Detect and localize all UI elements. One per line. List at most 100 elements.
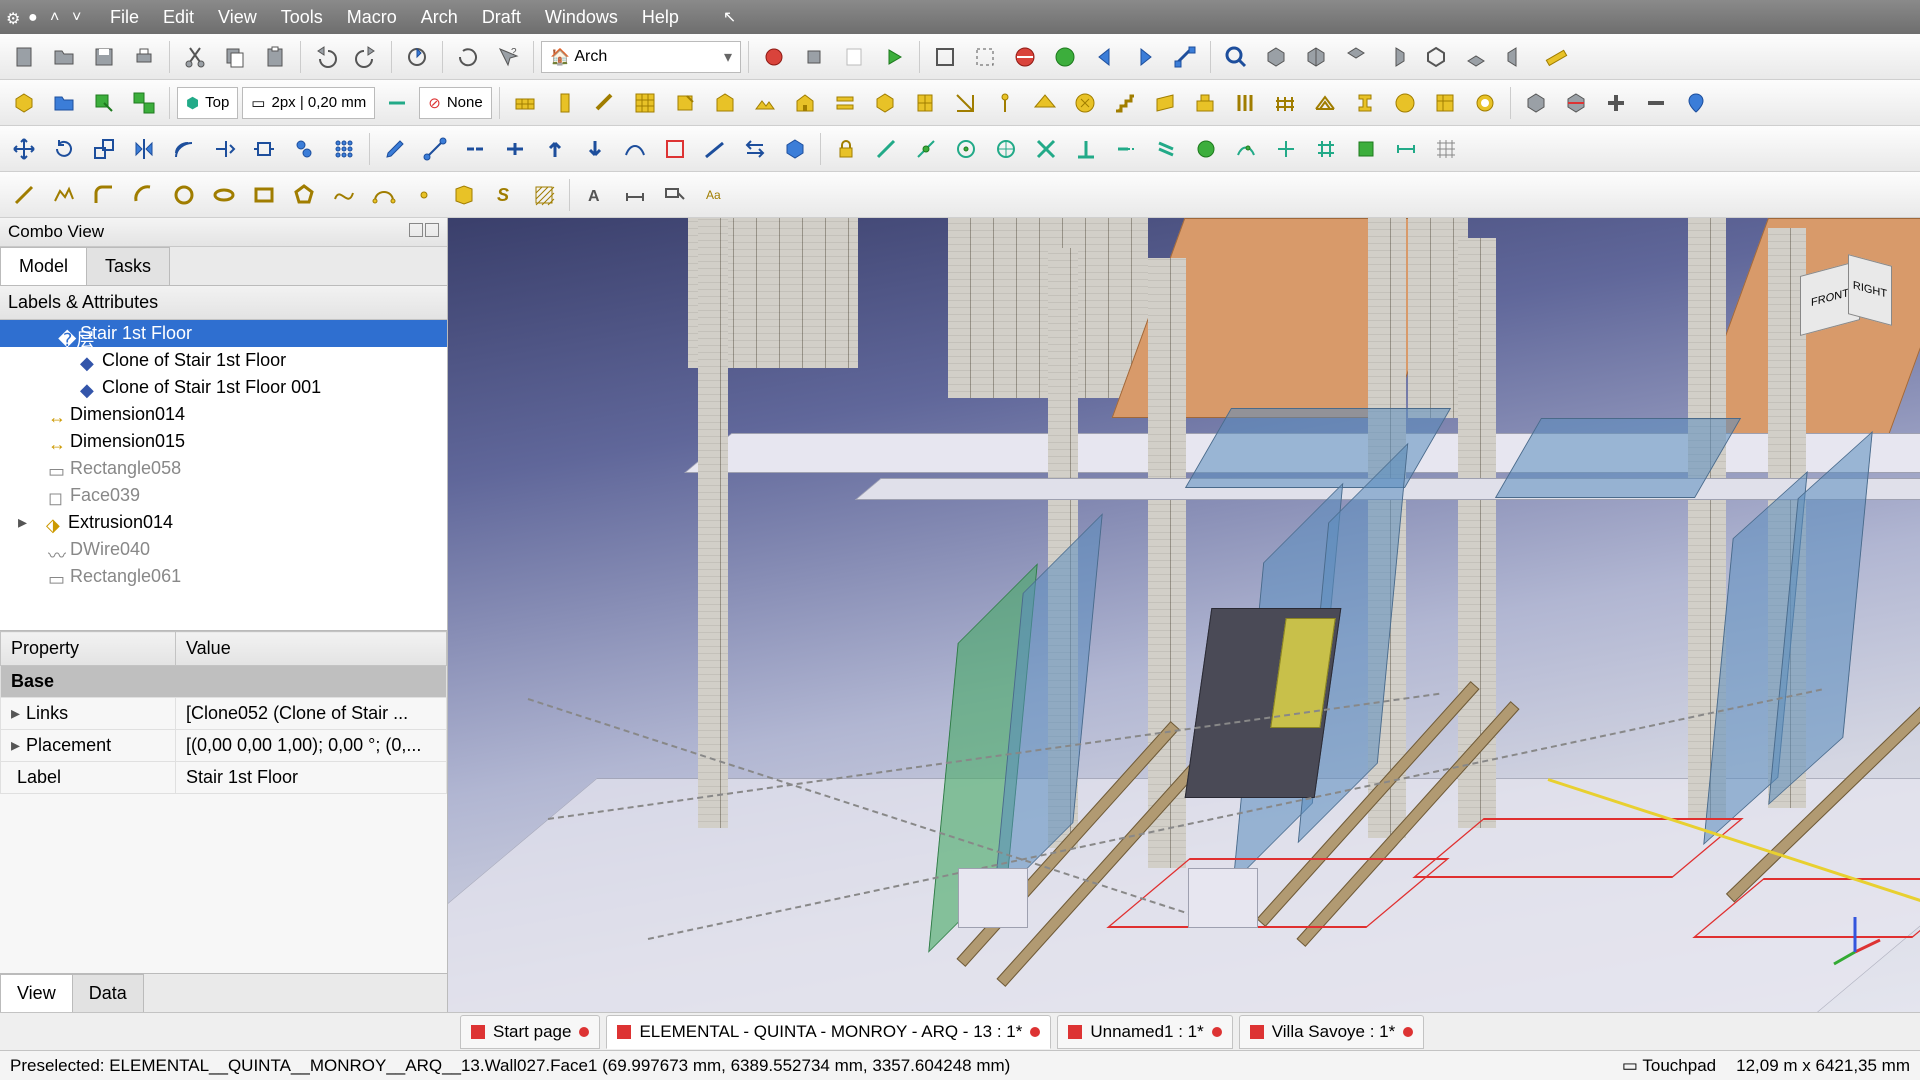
tab-view[interactable]: View <box>0 974 73 1012</box>
prop-row[interactable]: ▸Links[Clone052 (Clone of Stair ... <box>1 698 447 730</box>
right-view-button[interactable] <box>1378 39 1414 75</box>
tree-item[interactable]: ◆Clone of Stair 1st Floor <box>0 347 447 374</box>
survey-button[interactable] <box>1678 85 1714 121</box>
macros-button[interactable] <box>836 39 872 75</box>
nav-cube[interactable]: FRONT RIGHT <box>1790 238 1900 348</box>
view-mode-field[interactable]: ⬢Top <box>177 87 238 119</box>
profile-button[interactable] <box>1347 85 1383 121</box>
undo-button[interactable] <box>308 39 344 75</box>
offset-button[interactable] <box>166 131 202 167</box>
frame-button[interactable] <box>1227 85 1263 121</box>
trimex-button[interactable] <box>206 131 242 167</box>
menu-edit[interactable]: Edit <box>153 3 204 32</box>
annotation-styles-button[interactable]: Aa <box>697 177 733 213</box>
window-button[interactable] <box>907 85 943 121</box>
zoom-button[interactable] <box>1218 39 1254 75</box>
record-macro-button[interactable] <box>756 39 792 75</box>
split-button[interactable] <box>497 131 533 167</box>
snap-extension-button[interactable] <box>1108 131 1144 167</box>
close-icon[interactable] <box>1403 1027 1413 1037</box>
remove-component-button[interactable] <box>1638 85 1674 121</box>
slope-button[interactable] <box>697 131 733 167</box>
snap-near-button[interactable] <box>1228 131 1264 167</box>
menu-windows[interactable]: Windows <box>535 3 628 32</box>
workbench-selector[interactable]: 🏠 Arch <box>541 41 741 73</box>
snap-parallel-button[interactable] <box>1148 131 1184 167</box>
front-view-button[interactable] <box>1298 39 1334 75</box>
draw-style-button[interactable] <box>1007 39 1043 75</box>
reference-button[interactable] <box>867 85 903 121</box>
shapestring-button[interactable]: S <box>486 177 522 213</box>
truss-button[interactable] <box>1307 85 1343 121</box>
section-button[interactable] <box>947 85 983 121</box>
mirror-button[interactable] <box>126 131 162 167</box>
top-view-button[interactable] <box>1338 39 1374 75</box>
snap-grid-button[interactable] <box>1308 131 1344 167</box>
wire-button[interactable] <box>46 177 82 213</box>
text-button[interactable]: A <box>577 177 613 213</box>
menu-help[interactable]: Help <box>632 3 689 32</box>
whats-this-button[interactable]: ? <box>490 39 526 75</box>
line-weight-field[interactable]: ▭2px | 0,20 mm <box>242 87 375 119</box>
doc-tab[interactable]: ELEMENTAL - QUINTA - MONROY - ARQ - 13 :… <box>606 1015 1051 1049</box>
level-button[interactable] <box>827 85 863 121</box>
iso-view-button[interactable] <box>1258 39 1294 75</box>
bspline-button[interactable] <box>326 177 362 213</box>
tree-item[interactable]: ▭Rectangle058 <box>0 455 447 482</box>
bottom-view-button[interactable] <box>1458 39 1494 75</box>
menu-macro[interactable]: Macro <box>337 3 407 32</box>
redo-button[interactable] <box>348 39 384 75</box>
group-button[interactable] <box>46 85 82 121</box>
link-button[interactable] <box>1167 39 1203 75</box>
ellipse-button[interactable] <box>206 177 242 213</box>
menu-tools[interactable]: Tools <box>271 3 333 32</box>
material-button[interactable] <box>1387 85 1423 121</box>
rebar-button[interactable] <box>587 85 623 121</box>
style-field[interactable]: ⊘None <box>419 87 491 119</box>
project-button[interactable] <box>707 85 743 121</box>
tree-item[interactable]: ▭Rectangle061 <box>0 563 447 590</box>
menu-view[interactable]: View <box>208 3 267 32</box>
print-button[interactable] <box>126 39 162 75</box>
new-button[interactable] <box>6 39 42 75</box>
snap-intersection-button[interactable] <box>1028 131 1064 167</box>
close-icon[interactable] <box>579 1027 589 1037</box>
site-button[interactable] <box>747 85 783 121</box>
dimension-button[interactable] <box>617 177 653 213</box>
link-make-button[interactable] <box>86 85 122 121</box>
doc-tab[interactable]: Unnamed1 : 1* <box>1057 1015 1232 1049</box>
polygon-button[interactable] <box>286 177 322 213</box>
line-button[interactable] <box>6 177 42 213</box>
tree-item[interactable]: ▸⬗Extrusion014 <box>0 509 447 536</box>
toggle-grid-button[interactable] <box>1428 131 1464 167</box>
space-button[interactable] <box>1067 85 1103 121</box>
snap-angle-button[interactable] <box>988 131 1024 167</box>
scale-button[interactable] <box>86 131 122 167</box>
hatch-button[interactable] <box>526 177 562 213</box>
menu-file[interactable]: File <box>100 3 149 32</box>
run-macro-button[interactable] <box>876 39 912 75</box>
wall-button[interactable] <box>507 85 543 121</box>
panel-button[interactable] <box>1147 85 1183 121</box>
tree-item[interactable]: ↔Dimension014 <box>0 401 447 428</box>
shape-2d-button[interactable] <box>777 131 813 167</box>
floor-button[interactable] <box>627 85 663 121</box>
cut-plane-button[interactable] <box>1518 85 1554 121</box>
wire-to-bspline-button[interactable] <box>617 131 653 167</box>
refresh-button[interactable] <box>399 39 435 75</box>
doc-tab[interactable]: Villa Savoye : 1* <box>1239 1015 1424 1049</box>
menu-arch[interactable]: Arch <box>411 3 468 32</box>
tree-item[interactable]: ↔Dimension015 <box>0 428 447 455</box>
roof-button[interactable] <box>1027 85 1063 121</box>
tree-item[interactable]: ◆Clone of Stair 1st Floor 001 <box>0 374 447 401</box>
stairs-button[interactable] <box>1107 85 1143 121</box>
point-button[interactable] <box>406 177 442 213</box>
nav-back-button[interactable] <box>1087 39 1123 75</box>
label-button[interactable] <box>657 177 693 213</box>
stretch-button[interactable] <box>246 131 282 167</box>
arc-button[interactable] <box>126 177 162 213</box>
building-part-button[interactable] <box>667 85 703 121</box>
save-button[interactable] <box>86 39 122 75</box>
snap-endpoint-button[interactable] <box>868 131 904 167</box>
array-button[interactable] <box>326 131 362 167</box>
